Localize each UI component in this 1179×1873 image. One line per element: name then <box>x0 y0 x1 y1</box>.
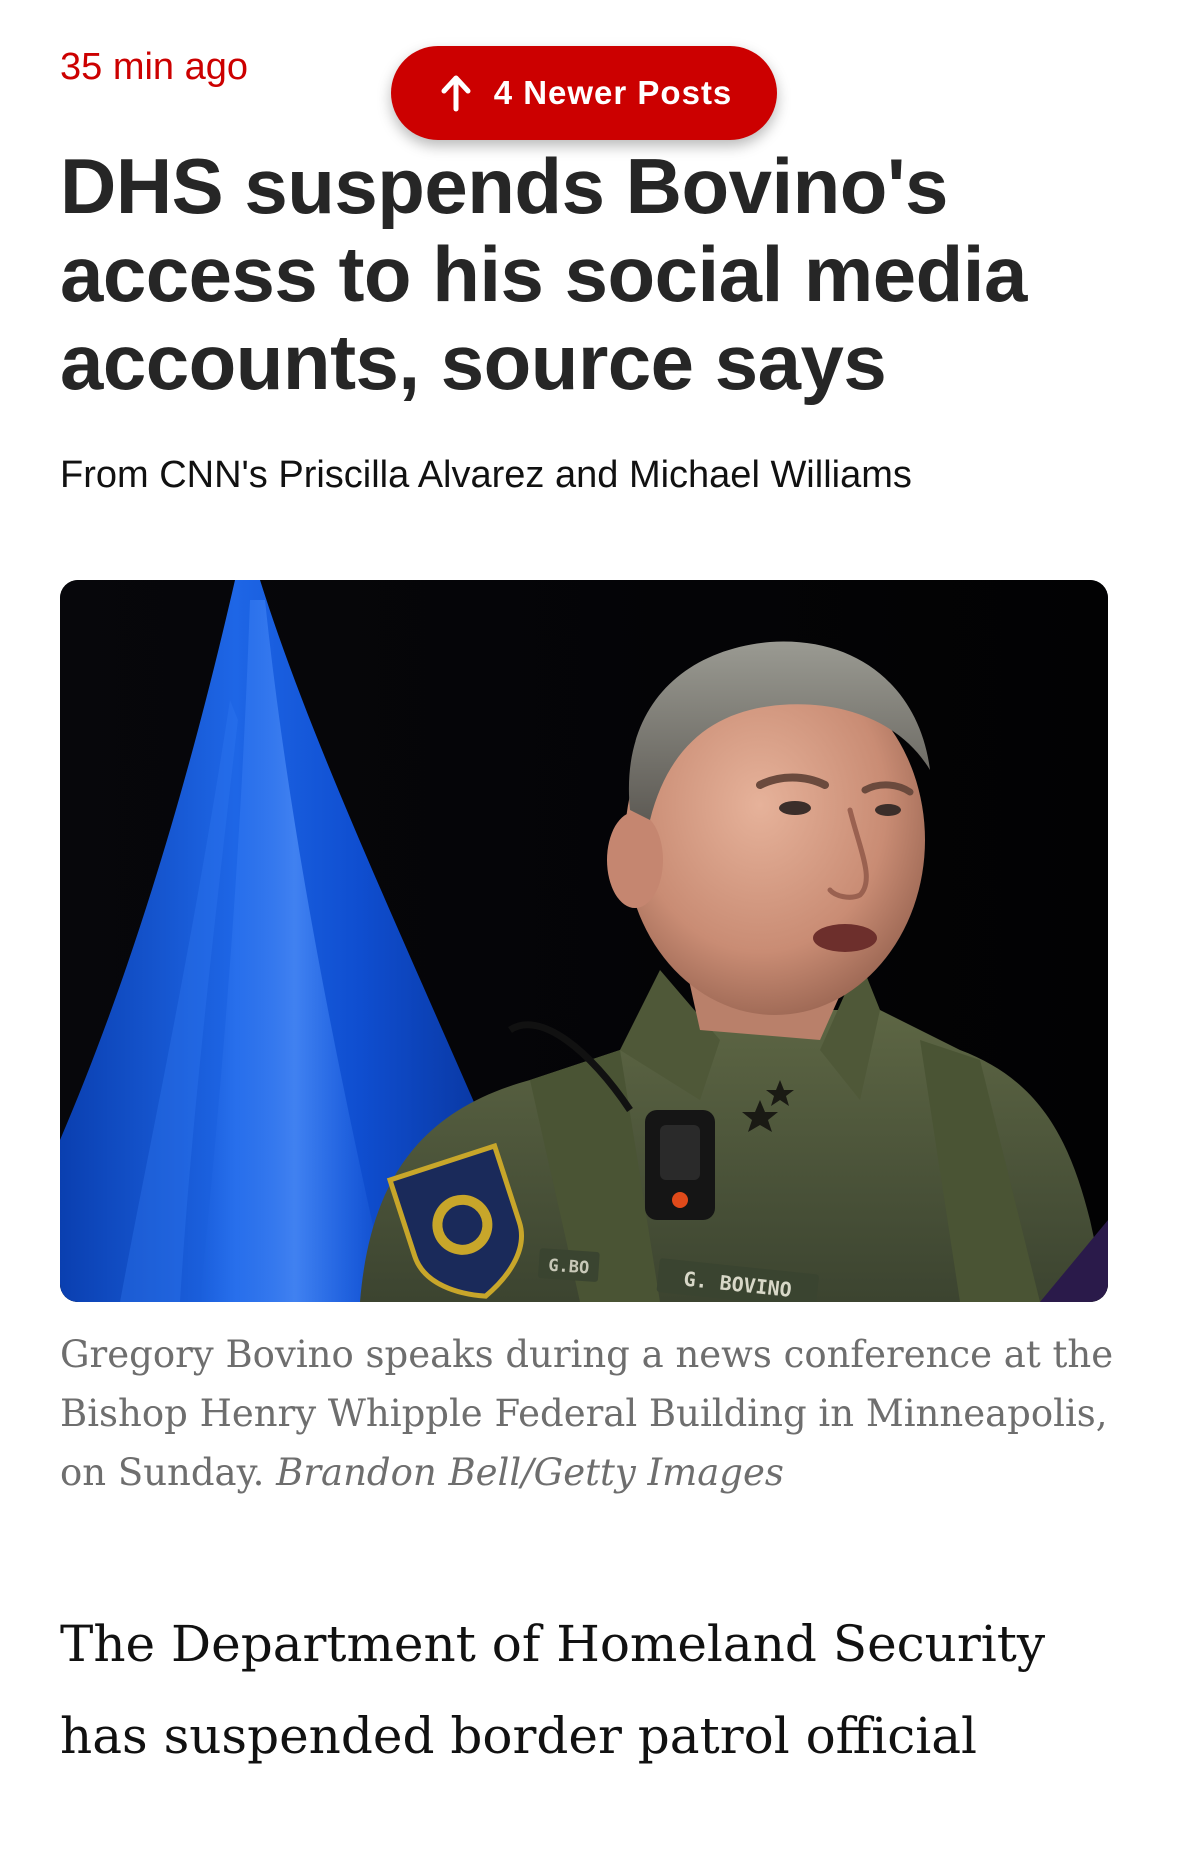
post-timestamp: 35 min ago <box>60 46 249 88</box>
post-byline: From CNN's Priscilla Alvarez and Michael… <box>60 454 912 496</box>
newer-posts-button[interactable]: 4 Newer Posts <box>391 46 777 140</box>
article-lead-paragraph: The Department of Homeland Security has … <box>60 1615 1046 1765</box>
arrow-up-icon <box>436 73 476 113</box>
newer-posts-label: 4 Newer Posts <box>493 74 733 111</box>
bovino-news-conference-photo: G. BOVINO G.BO <box>60 580 1108 1302</box>
post-headline[interactable]: DHS suspends Bovino's access to his soci… <box>60 142 1120 406</box>
photo-credit: Brandon Bell/Getty Images <box>276 1451 784 1494</box>
name-tag-text-partial: G.BO <box>548 1256 590 1279</box>
photo-caption: Gregory Bovino speaks during a news conf… <box>60 1325 1120 1502</box>
